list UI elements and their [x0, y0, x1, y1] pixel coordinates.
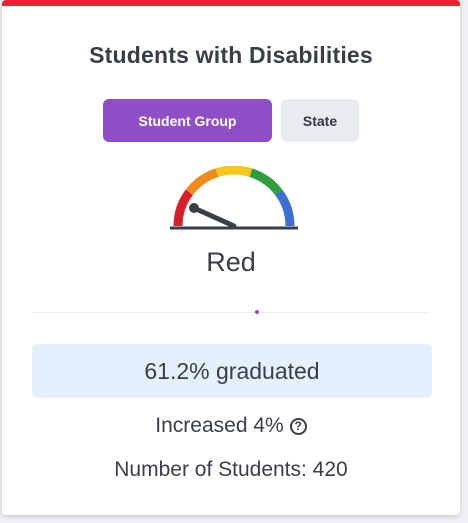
gauge-icon	[170, 166, 298, 230]
card-title: Students with Disabilities	[89, 42, 373, 68]
info-icon[interactable]: ?	[289, 417, 307, 435]
student-group-button[interactable]: Student Group	[103, 99, 272, 142]
status-label: Red	[206, 247, 256, 277]
graduation-rate-box: 61.2% graduated	[32, 344, 432, 398]
gauge-segment-red	[173, 189, 194, 227]
change-row: Increased 4% ?	[2, 414, 460, 438]
change-text: Increased 4%	[155, 414, 284, 437]
gauge-segment-blue	[274, 189, 295, 227]
gauge-segment-yellow	[215, 166, 253, 178]
graduation-rate-text: 61.2% graduated	[144, 357, 320, 384]
gauge-needle-hub	[189, 203, 199, 213]
gauge-needle	[191, 205, 237, 229]
view-toggle: Student Group State	[2, 99, 460, 142]
state-button[interactable]: State	[281, 99, 359, 142]
divider-dot	[255, 310, 259, 314]
divider	[32, 312, 430, 313]
gauge-segment-orange	[185, 168, 219, 196]
status-accent-bar	[2, 0, 460, 6]
student-count: Number of Students: 420	[114, 458, 348, 481]
gauge-segment-green	[249, 168, 283, 196]
performance-card: Students with Disabilities Student Group…	[2, 0, 460, 515]
